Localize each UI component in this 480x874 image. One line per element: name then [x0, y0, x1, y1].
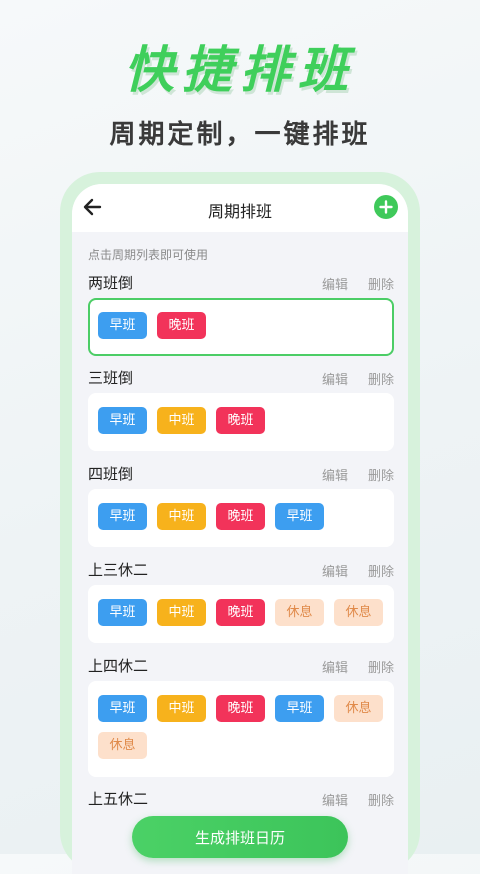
cycle-group: 两班倒 编辑 删除 早班 晚班: [88, 272, 394, 356]
cycle-name: 两班倒: [88, 274, 134, 292]
shift-chip-morning: 早班: [275, 503, 324, 530]
shift-chip-night: 晚班: [216, 599, 265, 626]
delete-button[interactable]: 删除: [368, 465, 394, 484]
shift-chip-list: 早班 中班 晚班 早班 休息休息: [98, 695, 394, 769]
shift-chip-morning: 早班: [98, 407, 147, 434]
add-cycle-button[interactable]: [374, 195, 398, 219]
shift-chip-night: 晚班: [216, 503, 265, 530]
shift-chip-list: 早班 中班 晚班: [98, 407, 394, 444]
shift-chip-morning: 早班: [98, 599, 147, 626]
shift-chip-morning: 早班: [98, 695, 147, 722]
cycle-name: 上三休二: [88, 561, 149, 579]
shift-chip-middle: 中班: [157, 503, 206, 530]
cycle-card[interactable]: 早班 中班 晚班: [88, 393, 394, 451]
cycle-name: 四班倒: [88, 465, 134, 483]
shift-chip-rest: 休息: [334, 695, 383, 722]
cycle-group: 上四休二 编辑 删除 早班 中班 晚班 早班 休息休息: [88, 655, 394, 777]
cycle-name: 三班倒: [88, 369, 134, 387]
shift-chip-morning: 早班: [275, 695, 324, 722]
edit-button[interactable]: 编辑: [322, 465, 348, 484]
cycle-group: 四班倒 编辑 删除 早班 中班 晚班 早班: [88, 463, 394, 547]
shift-chip-middle: 中班: [157, 407, 206, 434]
cycle-group: 上五休二 编辑 删除: [88, 788, 394, 810]
shift-chip-list: 早班 中班 晚班 早班: [98, 503, 394, 540]
edit-button[interactable]: 编辑: [322, 369, 348, 388]
shift-chip-middle: 中班: [157, 695, 206, 722]
delete-button[interactable]: 删除: [368, 561, 394, 580]
shift-chip-list: 早班 晚班: [98, 312, 392, 349]
shift-chip-rest: 休息: [275, 599, 324, 626]
cycle-card[interactable]: 早班 中班 晚班 休息 休息: [88, 585, 394, 643]
shift-chip-night: 晚班: [216, 407, 265, 434]
app-screen: 周期排班 点击周期列表即可使用 两班倒 编辑 删除 早班 晚班 三班倒 编辑 删除…: [72, 184, 408, 874]
cycle-card[interactable]: 早班 晚班: [88, 298, 394, 356]
delete-button[interactable]: 删除: [368, 274, 394, 293]
shift-chip-morning: 早班: [98, 312, 147, 339]
hero-subtitle: 周期定制，一键排班: [109, 120, 371, 150]
cycle-name: 上四休二: [88, 657, 149, 675]
shift-chip-night: 晚班: [216, 695, 265, 722]
cycle-card[interactable]: 早班 中班 晚班 早班 休息休息: [88, 681, 394, 777]
cycle-group: 三班倒 编辑 删除 早班 中班 晚班: [88, 367, 394, 451]
shift-chip-night: 晚班: [157, 312, 206, 339]
plus-circle-icon: [379, 200, 393, 214]
edit-button[interactable]: 编辑: [322, 657, 348, 676]
delete-button[interactable]: 删除: [368, 657, 394, 676]
edit-button[interactable]: 编辑: [322, 790, 348, 809]
cycle-name: 上五休二: [88, 790, 149, 808]
cycle-card[interactable]: 早班 中班 晚班 早班: [88, 489, 394, 547]
edit-button[interactable]: 编辑: [322, 561, 348, 580]
edit-button[interactable]: 编辑: [322, 274, 348, 293]
usage-hint: 点击周期列表即可使用: [88, 248, 209, 262]
shift-chip-rest: 休息: [98, 732, 147, 759]
nav-bar: 周期排班: [72, 184, 408, 232]
shift-chip-morning: 早班: [98, 503, 147, 530]
shift-chip-rest: 休息: [334, 599, 383, 626]
hero-title: 快捷排班: [124, 41, 356, 99]
delete-button[interactable]: 删除: [368, 369, 394, 388]
cycle-group: 上三休二 编辑 删除 早班 中班 晚班 休息 休息: [88, 559, 394, 643]
shift-chip-middle: 中班: [157, 599, 206, 626]
generate-calendar-button[interactable]: 生成排班日历: [132, 816, 348, 858]
shift-chip-list: 早班 中班 晚班 休息 休息: [98, 599, 394, 636]
delete-button[interactable]: 删除: [368, 790, 394, 809]
page-title: 周期排班: [207, 202, 272, 221]
